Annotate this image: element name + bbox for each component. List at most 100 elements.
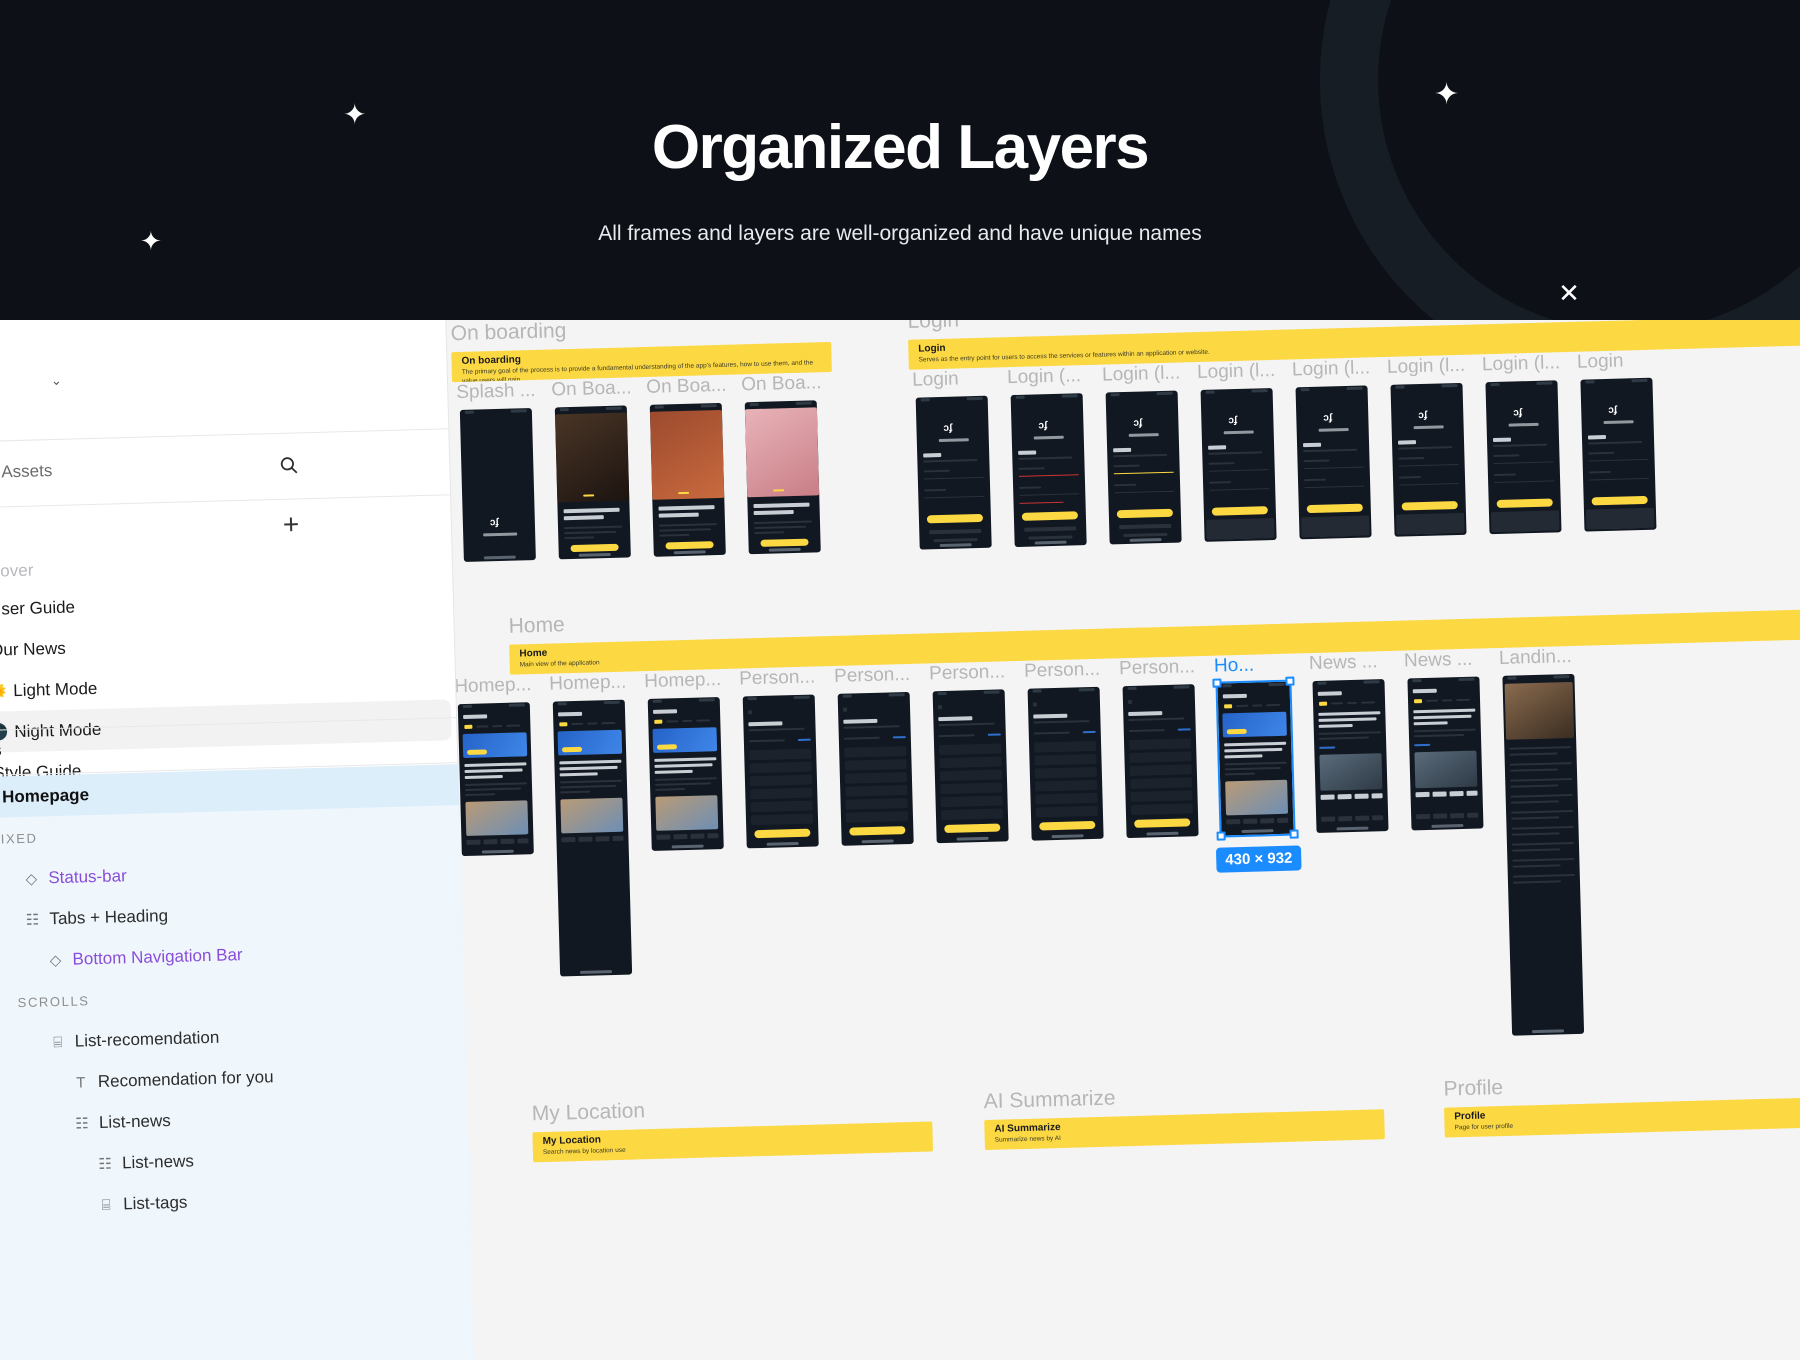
home-indicator [1431, 823, 1464, 828]
home-indicator [483, 555, 516, 560]
frame-label[interactable]: Login (l... [1102, 362, 1181, 386]
content-line [658, 512, 699, 518]
content-line [1442, 699, 1453, 702]
artboard-home-9[interactable] [1312, 679, 1389, 833]
artboard-home-3[interactable] [742, 694, 819, 849]
frame-label[interactable]: Homep... [549, 672, 627, 696]
home-indicator [580, 970, 613, 974]
content-line [1509, 768, 1558, 772]
frame-label[interactable]: News ... [1404, 649, 1473, 673]
landing-hero [1504, 681, 1575, 740]
resize-handle[interactable] [1289, 829, 1299, 839]
content-line [659, 533, 690, 537]
section-title: AI Summarize [983, 1086, 1116, 1114]
tab-assets[interactable]: Assets [0, 455, 67, 489]
content-line [564, 536, 595, 540]
status-time [652, 699, 662, 703]
add-page-button[interactable]: + [282, 508, 299, 540]
artboard-login-7[interactable]: ɔʄ [1580, 377, 1657, 532]
frame-label[interactable]: Login (... [1007, 365, 1082, 389]
page-item-label: User Guide [0, 597, 76, 619]
option-row [939, 756, 1002, 769]
news-photo [1414, 750, 1478, 789]
artboard-onboarding-0[interactable]: ɔʄ [459, 408, 536, 562]
artboard-home-4[interactable] [837, 691, 914, 846]
content-line [1318, 717, 1377, 722]
option-row [1130, 777, 1193, 789]
frame-label[interactable]: Login [1577, 350, 1624, 373]
status-icons [1156, 391, 1173, 396]
content-line [1512, 848, 1561, 852]
selection-box[interactable] [1212, 676, 1299, 841]
content-line [1450, 812, 1465, 819]
content-line [797, 738, 811, 741]
left-sidebar: ⌄ A? ur News ⌄ B ile Assets Pages + 🎒Cov… [0, 318, 477, 1360]
frame-label[interactable]: Login [912, 368, 959, 391]
artboard-login-3[interactable]: ɔʄ [1200, 387, 1277, 542]
artboard-home-0[interactable] [457, 702, 534, 857]
content-line [1337, 794, 1352, 800]
artboard-login-6[interactable]: ɔʄ [1485, 380, 1562, 535]
page-item-label: Night Mode [14, 719, 102, 742]
artboard-onboarding-2[interactable] [649, 402, 726, 557]
app-logo: ɔʄ [1038, 420, 1048, 432]
frame-label[interactable]: Person... [1024, 659, 1101, 683]
artboard-login-0[interactable]: ɔʄ [915, 395, 992, 550]
frame-label[interactable]: Homep... [454, 674, 532, 698]
artboard-onboarding-1[interactable] [554, 405, 631, 560]
frame-label-selected[interactable]: Ho... [1214, 655, 1255, 678]
frame-label[interactable]: Homep... [644, 669, 722, 693]
search-icon[interactable] [278, 454, 300, 481]
design-canvas[interactable]: On boarding On boarding The primary goal o… [421, 318, 1800, 1360]
artboard-home-11[interactable] [1502, 673, 1585, 1036]
frame-label[interactable]: Person... [1119, 656, 1196, 680]
artboard-home-10[interactable] [1407, 676, 1484, 831]
artboard-home-6[interactable] [1027, 686, 1104, 841]
artboard-login-1[interactable]: ɔʄ [1010, 393, 1087, 548]
frame-label[interactable]: News ... [1309, 651, 1378, 675]
frame-label[interactable]: Login (l... [1482, 352, 1561, 376]
section-title: My Location [531, 1099, 646, 1126]
frame-label[interactable]: On Boa... [646, 375, 727, 399]
content-line [1415, 791, 1430, 798]
chevron-down-icon[interactable]: ⌄ [51, 373, 62, 389]
content-line [748, 727, 805, 732]
artboard-login-2[interactable]: ɔʄ [1105, 390, 1182, 545]
frame-label[interactable]: On Boa... [741, 372, 822, 396]
artboard-login-5[interactable]: ɔʄ [1390, 382, 1467, 537]
content-line [1355, 815, 1370, 821]
page-title: Organized Layers [651, 113, 1150, 182]
app-name [938, 438, 969, 443]
content-line [1433, 813, 1448, 819]
status-time [1395, 385, 1405, 389]
home-indicator [1034, 540, 1067, 545]
frame-label[interactable]: Person... [739, 666, 816, 690]
resize-handle[interactable] [1285, 676, 1295, 686]
option-row [940, 795, 1003, 808]
frame-label[interactable]: Landin... [1499, 646, 1572, 670]
frame-label[interactable]: Login (l... [1197, 360, 1276, 384]
page-subtitle: All frames and layers are well-organized… [598, 222, 1202, 245]
continue-button [1134, 818, 1191, 828]
resize-handle[interactable] [1212, 678, 1222, 688]
frame-label[interactable]: Splash ... [456, 380, 536, 404]
artboard-home-7[interactable] [1122, 684, 1199, 839]
frame-label[interactable]: Person... [929, 661, 1006, 685]
close-icon[interactable]: ✕ [1552, 277, 1586, 311]
section-band: My Location Search news by location use [532, 1121, 934, 1163]
frame-label[interactable]: Login (l... [1292, 357, 1371, 381]
frame-label[interactable]: Login (l... [1387, 355, 1466, 379]
content-line [748, 710, 753, 715]
artboard-home-5[interactable] [932, 689, 1009, 844]
frame-label[interactable]: On Boa... [551, 377, 632, 401]
artboard-home-1[interactable] [552, 699, 633, 977]
content-line [1209, 481, 1232, 484]
artboard-onboarding-3[interactable] [744, 400, 821, 555]
content-line [1413, 733, 1464, 738]
content-line [1303, 466, 1364, 470]
artboard-login-4[interactable]: ɔʄ [1295, 385, 1372, 540]
resize-handle[interactable] [1216, 831, 1226, 841]
frame-label[interactable]: Person... [834, 664, 911, 688]
artboard-home-2[interactable] [647, 697, 724, 851]
home-indicator [671, 844, 704, 849]
